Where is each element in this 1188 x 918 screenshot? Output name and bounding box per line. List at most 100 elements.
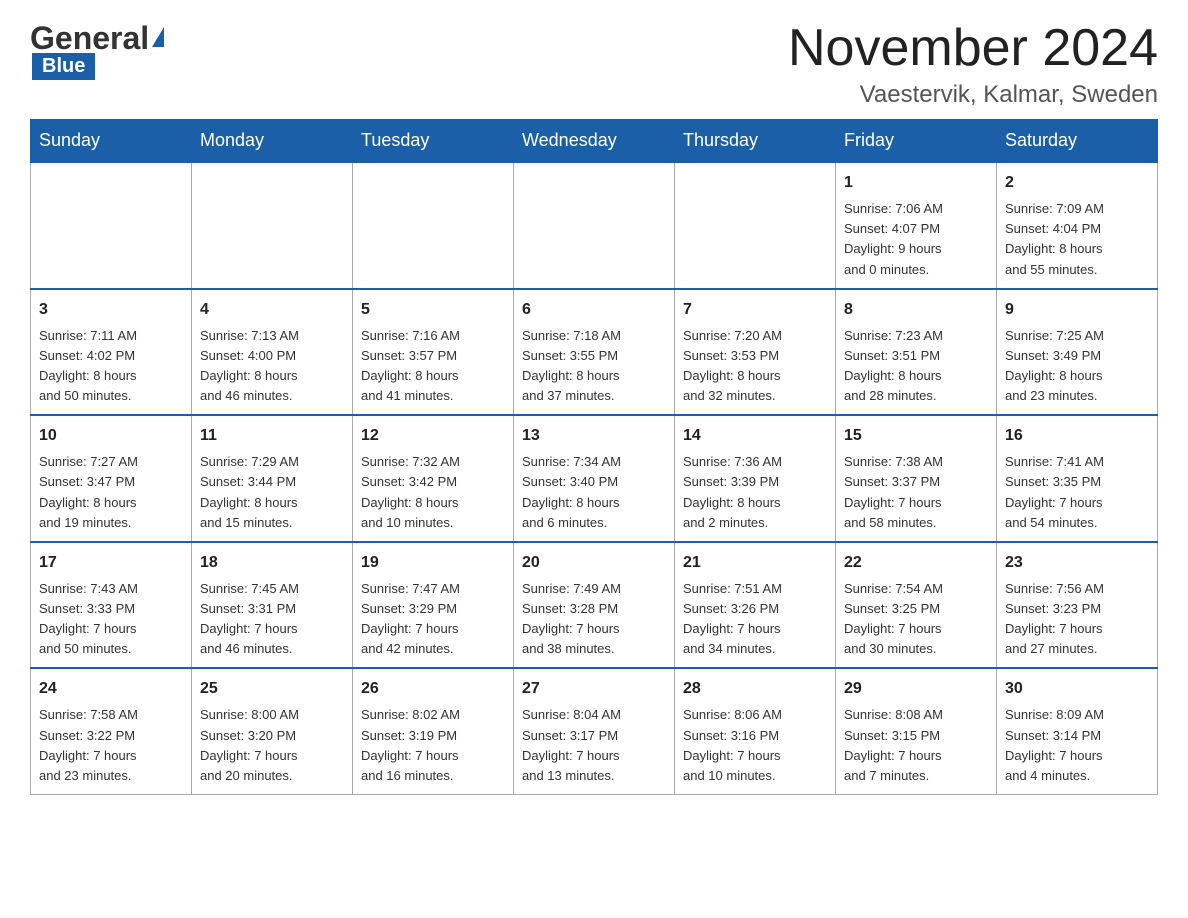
day-number: 27 [522,677,666,701]
day-info: Sunrise: 7:11 AM Sunset: 4:02 PM Dayligh… [39,326,183,407]
page-header: General Blue November 2024 Vaestervik, K… [30,20,1158,109]
day-number: 21 [683,551,827,575]
day-info: Sunrise: 7:38 AM Sunset: 3:37 PM Dayligh… [844,452,988,533]
day-number: 5 [361,298,505,322]
calendar-cell: 8Sunrise: 7:23 AM Sunset: 3:51 PM Daylig… [836,289,997,416]
logo-triangle-icon [152,27,164,47]
day-info: Sunrise: 7:54 AM Sunset: 3:25 PM Dayligh… [844,579,988,660]
day-number: 3 [39,298,183,322]
calendar-cell: 25Sunrise: 8:00 AM Sunset: 3:20 PM Dayli… [192,668,353,794]
day-info: Sunrise: 8:09 AM Sunset: 3:14 PM Dayligh… [1005,705,1149,786]
calendar-cell: 28 Sunrise: 8:06 AM Sunset: 3:16 PM Dayli… [675,668,836,794]
column-header-tuesday: Tuesday [353,120,514,163]
logo: General Blue [30,20,164,80]
day-number: 4 [200,298,344,322]
day-number: 20 [522,551,666,575]
day-number: 6 [522,298,666,322]
calendar-cell: 14 Sunrise: 7:36 AM Sunset: 3:39 PM Dayli… [675,415,836,542]
calendar-table: SundayMondayTuesdayWednesdayThursdayFrid… [30,119,1158,795]
day-number: 17 [39,551,183,575]
day-number: 8 [844,298,988,322]
day-number: 2 [1005,171,1149,195]
day-info: Sunrise: 7:36 AM Sunset: 3:39 PM Dayligh… [683,452,827,533]
day-info: Sunrise: 7:32 AM Sunset: 3:42 PM Dayligh… [361,452,505,533]
calendar-cell [192,162,353,289]
day-info: Sunrise: 8:06 AM Sunset: 3:16 PM Dayligh… [683,705,827,786]
calendar-cell: 12 Sunrise: 7:32 AM Sunset: 3:42 PM Dayli… [353,415,514,542]
day-number: 28 [683,677,827,701]
day-info: Sunrise: 8:04 AM Sunset: 3:17 PM Dayligh… [522,705,666,786]
day-number: 30 [1005,677,1149,701]
day-info: Sunrise: 7:13 AM Sunset: 4:00 PM Dayligh… [200,326,344,407]
calendar-header-row: SundayMondayTuesdayWednesdayThursdayFrid… [31,120,1158,163]
day-info: Sunrise: 8:08 AM Sunset: 3:15 PM Dayligh… [844,705,988,786]
day-number: 25 [200,677,344,701]
day-number: 12 [361,424,505,448]
month-title: November 2024 [788,20,1158,77]
calendar-cell: 22 Sunrise: 7:54 AM Sunset: 3:25 PM Dayli… [836,542,997,669]
calendar-cell: 9 Sunrise: 7:25 AM Sunset: 3:49 PM Daylig… [997,289,1158,416]
calendar-cell: 13 Sunrise: 7:34 AM Sunset: 3:40 PM Dayli… [514,415,675,542]
calendar-cell: 20Sunrise: 7:49 AM Sunset: 3:28 PM Dayli… [514,542,675,669]
day-number: 13 [522,424,666,448]
column-header-wednesday: Wednesday [514,120,675,163]
calendar-cell: 5 Sunrise: 7:16 AM Sunset: 3:57 PM Daylig… [353,289,514,416]
day-number: 14 [683,424,827,448]
calendar-cell: 30 Sunrise: 8:09 AM Sunset: 3:14 PM Dayli… [997,668,1158,794]
day-number: 15 [844,424,988,448]
column-header-friday: Friday [836,120,997,163]
calendar-cell: 2 Sunrise: 7:09 AM Sunset: 4:04 PM Daylig… [997,162,1158,289]
day-info: Sunrise: 7:25 AM Sunset: 3:49 PM Dayligh… [1005,326,1149,407]
calendar-cell: 15 Sunrise: 7:38 AM Sunset: 3:37 PM Dayli… [836,415,997,542]
column-header-thursday: Thursday [675,120,836,163]
day-info: Sunrise: 8:02 AM Sunset: 3:19 PM Dayligh… [361,705,505,786]
calendar-week-4: 17 Sunrise: 7:43 AM Sunset: 3:33 PM Dayli… [31,542,1158,669]
day-number: 7 [683,298,827,322]
calendar-cell: 18 Sunrise: 7:45 AM Sunset: 3:31 PM Dayli… [192,542,353,669]
calendar-cell: 27 Sunrise: 8:04 AM Sunset: 3:17 PM Dayli… [514,668,675,794]
calendar-cell: 16 Sunrise: 7:41 AM Sunset: 3:35 PM Dayli… [997,415,1158,542]
calendar-cell [353,162,514,289]
column-header-sunday: Sunday [31,120,192,163]
day-info: Sunrise: 7:20 AM Sunset: 3:53 PM Dayligh… [683,326,827,407]
calendar-week-5: 24Sunrise: 7:58 AM Sunset: 3:22 PM Dayli… [31,668,1158,794]
calendar-cell: 6 Sunrise: 7:18 AM Sunset: 3:55 PM Daylig… [514,289,675,416]
calendar-cell [31,162,192,289]
calendar-cell: 24Sunrise: 7:58 AM Sunset: 3:22 PM Dayli… [31,668,192,794]
day-info: Sunrise: 7:47 AM Sunset: 3:29 PM Dayligh… [361,579,505,660]
day-number: 23 [1005,551,1149,575]
day-info: Sunrise: 7:41 AM Sunset: 3:35 PM Dayligh… [1005,452,1149,533]
calendar-cell: 3 Sunrise: 7:11 AM Sunset: 4:02 PM Daylig… [31,289,192,416]
day-info: Sunrise: 7:16 AM Sunset: 3:57 PM Dayligh… [361,326,505,407]
location: Vaestervik, Kalmar, Sweden [788,81,1158,109]
calendar-cell [675,162,836,289]
calendar-cell: 10Sunrise: 7:27 AM Sunset: 3:47 PM Dayli… [31,415,192,542]
day-number: 22 [844,551,988,575]
day-number: 24 [39,677,183,701]
day-number: 11 [200,424,344,448]
day-info: Sunrise: 7:18 AM Sunset: 3:55 PM Dayligh… [522,326,666,407]
day-info: Sunrise: 7:09 AM Sunset: 4:04 PM Dayligh… [1005,199,1149,280]
calendar-week-2: 3 Sunrise: 7:11 AM Sunset: 4:02 PM Daylig… [31,289,1158,416]
day-info: Sunrise: 7:56 AM Sunset: 3:23 PM Dayligh… [1005,579,1149,660]
calendar-cell: 4 Sunrise: 7:13 AM Sunset: 4:00 PM Daylig… [192,289,353,416]
calendar-cell [514,162,675,289]
calendar-cell: 29 Sunrise: 8:08 AM Sunset: 3:15 PM Dayli… [836,668,997,794]
day-info: Sunrise: 7:45 AM Sunset: 3:31 PM Dayligh… [200,579,344,660]
day-number: 19 [361,551,505,575]
day-info: Sunrise: 7:34 AM Sunset: 3:40 PM Dayligh… [522,452,666,533]
day-number: 26 [361,677,505,701]
calendar-cell: 21Sunrise: 7:51 AM Sunset: 3:26 PM Dayli… [675,542,836,669]
day-number: 9 [1005,298,1149,322]
calendar-cell: 23 Sunrise: 7:56 AM Sunset: 3:23 PM Dayli… [997,542,1158,669]
day-info: Sunrise: 7:06 AM Sunset: 4:07 PM Dayligh… [844,199,988,280]
column-header-saturday: Saturday [997,120,1158,163]
column-header-monday: Monday [192,120,353,163]
day-info: Sunrise: 7:43 AM Sunset: 3:33 PM Dayligh… [39,579,183,660]
day-info: Sunrise: 7:29 AM Sunset: 3:44 PM Dayligh… [200,452,344,533]
day-number: 29 [844,677,988,701]
day-number: 18 [200,551,344,575]
calendar-cell: 1Sunrise: 7:06 AM Sunset: 4:07 PM Daylig… [836,162,997,289]
day-number: 16 [1005,424,1149,448]
calendar-cell: 19 Sunrise: 7:47 AM Sunset: 3:29 PM Dayli… [353,542,514,669]
